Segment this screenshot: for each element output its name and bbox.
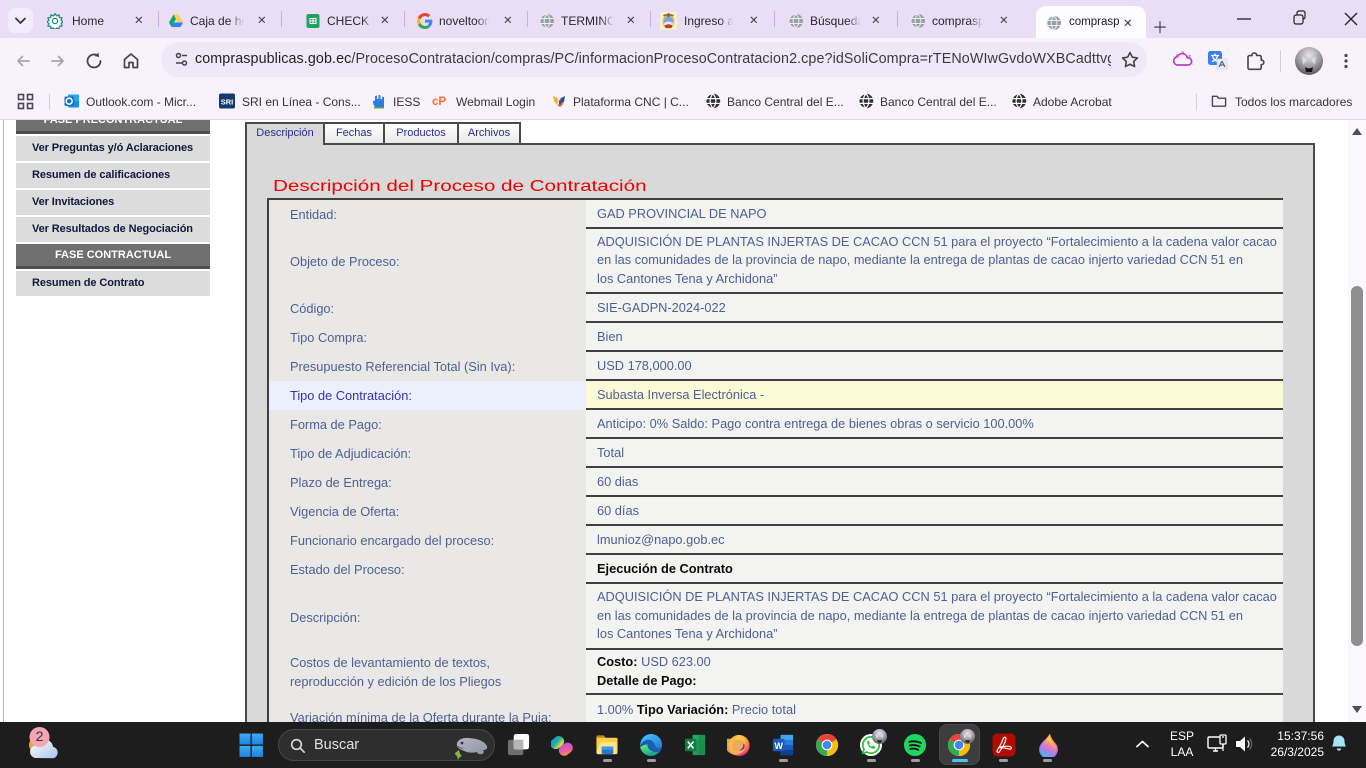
- svg-text:cP: cP: [432, 96, 446, 108]
- svg-text:W: W: [774, 741, 783, 751]
- svg-text:SRI: SRI: [221, 97, 234, 106]
- svg-text:2: 2: [36, 728, 44, 744]
